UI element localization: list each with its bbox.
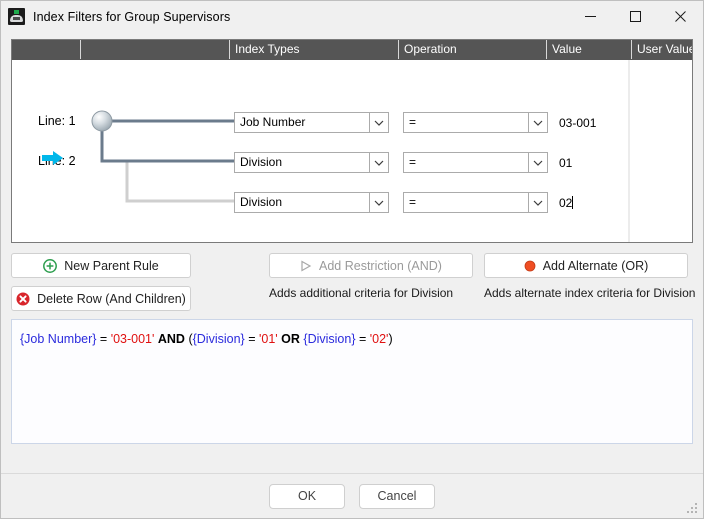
title-bar: Index Filters for Group Supervisors [1,1,703,32]
expression-plain-token: ( [184,332,193,346]
ok-button[interactable]: OK [269,483,345,509]
expression-plain-token: = [244,332,259,346]
delete-row-button[interactable]: Delete Row (And Children) [11,286,191,311]
add-restriction-help-text: Adds additional criteria for Division [269,286,454,300]
close-button[interactable] [658,1,703,32]
expression-field-token: {Division} [192,332,245,346]
close-icon [675,11,686,22]
new-parent-rule-label: New Parent Rule [64,258,159,273]
maximize-icon [630,11,641,22]
add-restriction-label: Add Restriction (AND) [319,258,442,273]
play-triangle-icon [300,259,312,272]
expression-operator-token: OR [281,332,300,346]
expression-field-token: {Job Number} [20,332,97,346]
delete-row-label: Delete Row (And Children) [37,291,186,306]
filter-grid-panel: Index Types Operation Value User Value L… [11,39,693,243]
window-controls [568,1,703,32]
expression-plain-token: = [96,332,111,346]
add-restriction-button[interactable]: Add Restriction (AND) [269,253,473,278]
add-alternate-help-text: Adds alternate index criteria for Divisi… [484,286,696,300]
column-header-tree-graph[interactable] [80,40,229,59]
minimize-icon [585,16,596,17]
grid-column-separator [628,60,630,242]
window-title: Index Filters for Group Supervisors [33,9,231,24]
dialog-footer: OK Cancel [1,473,703,518]
dialog-window: Index Filters for Group Supervisors Inde… [0,0,704,519]
add-alternate-label: Add Alternate (OR) [542,258,649,273]
expression-operator-token: AND [157,332,185,346]
column-header-tree-labels[interactable] [12,40,80,59]
column-header-user-value[interactable]: User Value [631,40,692,59]
expression-preview-panel: {Job Number} = '03-001' AND ({Division} … [11,319,693,444]
cancel-button[interactable]: Cancel [359,483,435,509]
resize-grip-icon[interactable] [686,502,699,515]
action-buttons-area: New Parent Rule Delete Row (And Children… [11,253,696,311]
grid-body: Line: 1 Line: 2 Job Number = 03-00 [12,60,692,242]
new-parent-rule-button[interactable]: New Parent Rule [11,253,191,278]
expression-value-token: '03-001' [110,332,155,346]
maximize-button[interactable] [613,1,658,32]
plus-circle-icon [43,258,58,273]
expression-value-token: '01' [258,332,278,346]
column-header-value[interactable]: Value [546,40,631,59]
app-icon [8,8,25,25]
expression-plain-token: ) [388,332,393,346]
column-header-operation[interactable]: Operation [398,40,546,59]
expression-field-token: {Division} [303,332,356,346]
circle-icon [524,260,536,272]
expression-plain-token: = [355,332,370,346]
expression-value-token: '02' [369,332,389,346]
grid-header-row: Index Types Operation Value User Value [12,40,692,60]
add-alternate-button[interactable]: Add Alternate (OR) [484,253,688,278]
minimize-button[interactable] [568,1,613,32]
column-header-index-types[interactable]: Index Types [229,40,398,59]
x-circle-icon [16,292,30,306]
expression-text: {Job Number} = '03-001' AND ({Division} … [20,331,684,347]
